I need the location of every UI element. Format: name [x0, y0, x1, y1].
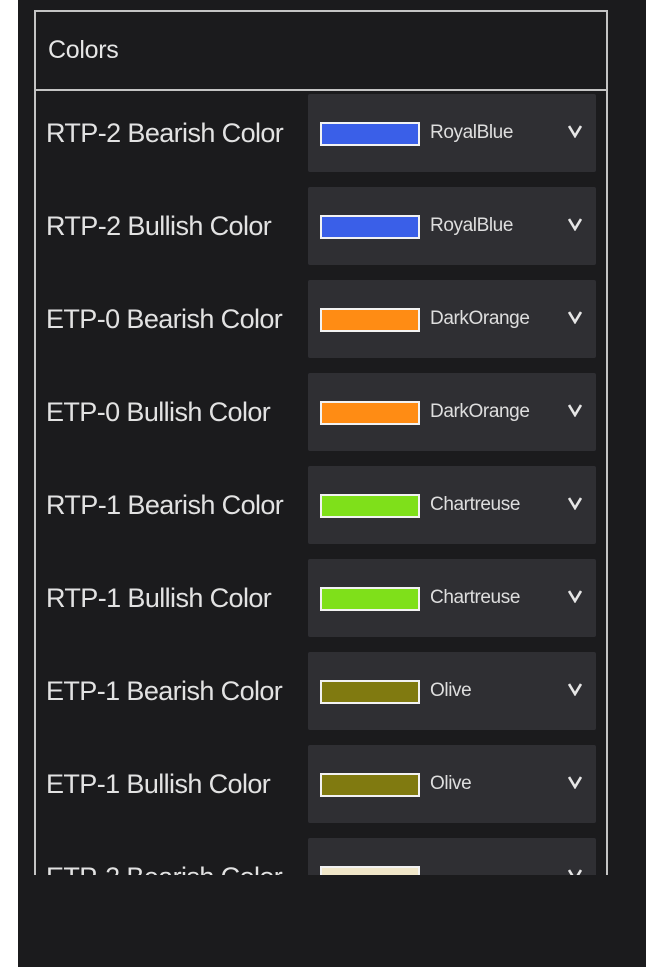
setting-label: RTP-2 Bearish Color — [46, 118, 284, 148]
color-swatch — [320, 215, 420, 239]
color-swatch — [320, 773, 420, 797]
panel-footer — [18, 875, 646, 967]
chevron-down-icon[interactable] — [568, 496, 582, 510]
color-value: RoyalBlue — [430, 215, 514, 236]
chevron-down-icon[interactable] — [568, 589, 582, 603]
color-value: DarkOrange — [430, 401, 530, 422]
color-setting-row: ETP-0 Bullish Color DarkOrange — [36, 372, 606, 452]
color-setting-row: RTP-1 Bullish Color Chartreuse — [36, 558, 606, 638]
color-dropdown[interactable]: Chartreuse — [308, 466, 596, 544]
color-value: Chartreuse — [430, 587, 520, 608]
color-dropdown[interactable]: DarkOrange — [308, 373, 596, 451]
chevron-down-icon[interactable] — [568, 775, 582, 789]
chevron-down-icon[interactable] — [568, 682, 582, 696]
color-swatch — [320, 680, 420, 704]
color-value: Chartreuse — [430, 494, 520, 515]
color-setting-row: RTP-2 Bullish Color RoyalBlue — [36, 186, 606, 266]
color-setting-row: ETP-1 Bullish Color Olive — [36, 744, 606, 824]
section-header[interactable]: Colors — [36, 12, 606, 91]
setting-label: ETP-1 Bearish Color — [46, 676, 283, 706]
color-swatch — [320, 122, 420, 146]
color-setting-row: RTP-2 Bearish Color RoyalBlue — [36, 93, 606, 173]
color-dropdown[interactable] — [308, 838, 596, 877]
section-title: Colors — [48, 36, 119, 64]
color-dropdown[interactable]: RoyalBlue — [308, 94, 596, 172]
chevron-down-icon[interactable] — [568, 217, 582, 231]
setting-label: RTP-2 Bullish Color — [46, 211, 272, 241]
color-setting-row: ETP-0 Bearish Color DarkOrange — [36, 279, 606, 359]
color-dropdown[interactable]: RoyalBlue — [308, 187, 596, 265]
setting-label: ETP-0 Bullish Color — [46, 397, 271, 427]
color-swatch — [320, 401, 420, 425]
color-value: Olive — [430, 773, 472, 794]
color-swatch — [320, 494, 420, 518]
colors-section: Colors RTP-2 Bearish Color RoyalBlue RTP-2… — [34, 10, 608, 877]
chevron-down-icon[interactable] — [568, 403, 582, 417]
setting-label: ETP-1 Bullish Color — [46, 769, 271, 799]
color-value: RoyalBlue — [430, 122, 514, 143]
color-setting-row: ETP-1 Bearish Color Olive — [36, 651, 606, 731]
setting-label: RTP-1 Bullish Color — [46, 583, 272, 613]
setting-label: RTP-1 Bearish Color — [46, 490, 284, 520]
chevron-down-icon[interactable] — [568, 310, 582, 324]
color-dropdown[interactable]: DarkOrange — [308, 280, 596, 358]
color-dropdown[interactable]: Chartreuse — [308, 559, 596, 637]
chevron-down-icon[interactable] — [568, 124, 582, 138]
color-setting-row: ETP-2 Bearish Color — [36, 837, 606, 877]
color-value: DarkOrange — [430, 308, 530, 329]
color-dropdown[interactable]: Olive — [308, 652, 596, 730]
setting-label: ETP-2 Bearish Color — [46, 862, 283, 877]
color-swatch — [320, 587, 420, 611]
color-swatch — [320, 308, 420, 332]
properties-window: Colors RTP-2 Bearish Color RoyalBlue RTP-2… — [18, 0, 646, 967]
color-value: Olive — [430, 680, 472, 701]
color-dropdown[interactable]: Olive — [308, 745, 596, 823]
setting-label: ETP-0 Bearish Color — [46, 304, 283, 334]
color-setting-row: RTP-1 Bearish Color Chartreuse — [36, 465, 606, 545]
